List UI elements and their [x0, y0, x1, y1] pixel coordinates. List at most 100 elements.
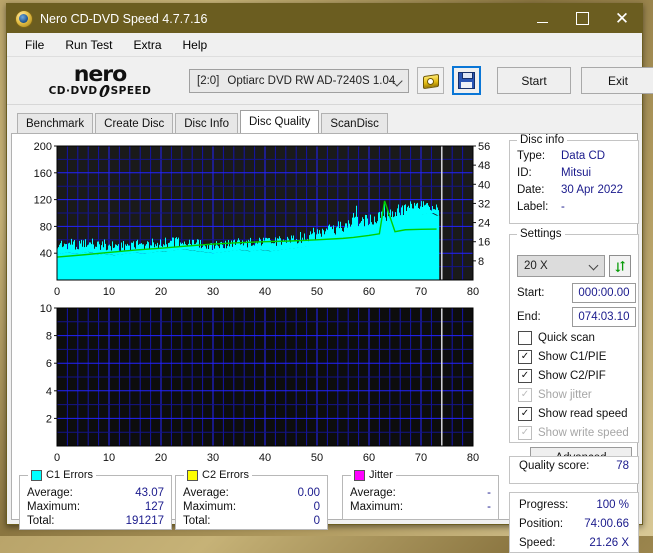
speed-value: 21.26 X	[589, 537, 629, 549]
disc-id-label: ID:	[517, 167, 532, 179]
svg-text:48: 48	[478, 160, 490, 172]
menu-bar: File Run Test Extra Help	[7, 33, 642, 57]
exit-button[interactable]: Exit	[581, 67, 653, 94]
svg-text:50: 50	[311, 452, 323, 464]
refresh-icon	[614, 260, 625, 272]
jitter-maximum-value: -	[487, 501, 491, 513]
checkbox-show-c1-pie[interactable]: ✓ Show C1/PIE	[518, 350, 606, 364]
svg-text:70: 70	[415, 452, 427, 464]
menu-item-run-test[interactable]: Run Test	[56, 36, 121, 54]
tab-benchmark[interactable]: Benchmark	[17, 113, 94, 133]
svg-text:80: 80	[467, 452, 479, 464]
floppy-save-icon	[458, 72, 475, 89]
app-icon	[15, 9, 33, 28]
start-input[interactable]: 000:00.00	[572, 283, 636, 303]
c1-color-swatch	[31, 469, 42, 481]
c1-total-label: Total:	[27, 515, 55, 527]
start-field-row: Start: 000:00.00	[517, 283, 636, 303]
svg-text:32: 32	[478, 198, 490, 210]
svg-text:6: 6	[46, 358, 52, 370]
c1-errors-legend: C1 Errors	[28, 469, 97, 481]
disc-info-group: Disc info Type: Data CD ID: Mitsui Date:…	[509, 134, 639, 224]
c2-total-row: Total: 0	[176, 514, 327, 528]
svg-text:0: 0	[54, 286, 60, 298]
jitter-color-swatch	[354, 469, 365, 481]
svg-text:10: 10	[103, 452, 115, 464]
end-label: End:	[517, 311, 541, 323]
speed-row: Speed: 21.26 X	[510, 534, 638, 553]
tab-disc-info[interactable]: Disc Info	[175, 113, 238, 133]
svg-text:20: 20	[155, 452, 167, 464]
disc-id-value: Mitsui	[561, 167, 592, 179]
checkbox-show-read-speed[interactable]: ✓ Show read speed	[518, 407, 628, 421]
disc-info-title: Disc info	[517, 134, 568, 146]
maximize-button[interactable]	[562, 4, 602, 33]
tab-strip: Benchmark Create Disc Disc Info Disc Qua…	[7, 110, 642, 133]
quality-score-value: 78	[616, 460, 629, 472]
tab-disc-quality[interactable]: Disc Quality	[240, 110, 320, 133]
minimize-button[interactable]	[522, 4, 562, 33]
c2-errors-title: C2 Errors	[202, 469, 250, 481]
checkbox-label: Show read speed	[538, 408, 628, 420]
disc-date-label: Date:	[517, 184, 545, 196]
c2-maximum-label: Maximum:	[183, 501, 237, 513]
jitter-maximum-row: Maximum: -	[343, 500, 498, 514]
svg-text:16: 16	[478, 237, 490, 249]
svg-text:56: 56	[478, 141, 490, 153]
menu-item-extra[interactable]: Extra	[124, 36, 170, 54]
title-bar: Nero CD-DVD Speed 4.7.7.16 ✕	[7, 4, 642, 33]
settings-group: Settings 20 X Start: 000:00.00 End: 074:…	[509, 228, 639, 468]
checkbox-quick-scan[interactable]: Quick scan	[518, 331, 595, 345]
c2-total-label: Total:	[183, 515, 211, 527]
quality-score-group: Quality score: 78	[509, 456, 639, 484]
c1-average-row: Average: 43.07	[20, 486, 171, 500]
logo-subtitle: CD·DVD SPEED	[49, 85, 152, 97]
status-group: Progress: 100 % Position: 74:00.66 Speed…	[509, 492, 639, 553]
speed-select[interactable]: 20 X	[517, 255, 605, 277]
logo-disc-slash-icon	[97, 85, 111, 97]
tab-scandisc[interactable]: ScanDisc	[321, 113, 388, 133]
svg-text:60: 60	[363, 452, 375, 464]
c2-errors-stats-panel: C2 Errors Average: 0.00 Maximum: 0 Total…	[175, 469, 328, 530]
c2-maximum-value: 0	[313, 501, 320, 513]
close-button[interactable]: ✕	[602, 4, 642, 33]
disc-id-row: ID: Mitsui	[510, 165, 638, 182]
chevron-down-icon	[588, 260, 599, 271]
position-value: 74:00.66	[584, 518, 629, 530]
svg-text:8: 8	[478, 256, 484, 268]
tab-content-disc-quality: 40 80 120 160 200 8 16 24 32 40 48 56 0 10 20 30 40 50 60 7…	[11, 133, 639, 553]
refresh-button[interactable]	[609, 255, 631, 277]
eject-disc-button[interactable]	[417, 67, 444, 94]
window-controls: ✕	[522, 4, 642, 33]
svg-text:10: 10	[103, 286, 115, 298]
checkbox-label: Show C2/PIF	[538, 370, 606, 382]
logo-cd-dvd-text: CD·DVD	[48, 84, 98, 97]
svg-text:24: 24	[478, 218, 490, 230]
end-input[interactable]: 074:03.10	[572, 307, 636, 327]
drive-select[interactable]: [2:0] Optiarc DVD RW AD-7240S 1.04	[189, 68, 409, 93]
checkbox-box: ✓	[518, 369, 532, 383]
disc-date-value: 30 Apr 2022	[561, 184, 624, 196]
svg-text:40: 40	[478, 179, 490, 191]
c2-average-row: Average: 0.00	[176, 486, 327, 500]
save-button[interactable]	[452, 66, 481, 95]
checkbox-show-jitter: ✓ Show jitter	[518, 388, 592, 402]
jitter-average-value: -	[487, 487, 491, 499]
toolbar: nero CD·DVD SPEED [2:0] Optiarc DVD RW A…	[7, 57, 653, 105]
disc-label-value: -	[561, 201, 565, 213]
jitter-maximum-label: Maximum:	[350, 501, 404, 513]
position-row: Position: 74:00.66	[510, 515, 638, 534]
tab-create-disc[interactable]: Create Disc	[95, 113, 174, 133]
svg-text:50: 50	[311, 286, 323, 298]
svg-text:120: 120	[34, 195, 52, 207]
checkbox-show-c2-pif[interactable]: ✓ Show C2/PIF	[518, 369, 606, 383]
progress-value: 100 %	[596, 499, 629, 511]
svg-text:60: 60	[363, 286, 375, 298]
disc-label-row: Label: -	[510, 199, 638, 216]
menu-item-help[interactable]: Help	[174, 36, 217, 54]
menu-item-file[interactable]: File	[16, 36, 53, 54]
start-button[interactable]: Start	[497, 67, 571, 94]
c1-total-value: 191217	[125, 515, 164, 527]
svg-text:80: 80	[40, 221, 52, 233]
c2-errors-chart: 2 4 6 8 10 0 10 20 30 40 50 60 70 80	[19, 302, 503, 468]
